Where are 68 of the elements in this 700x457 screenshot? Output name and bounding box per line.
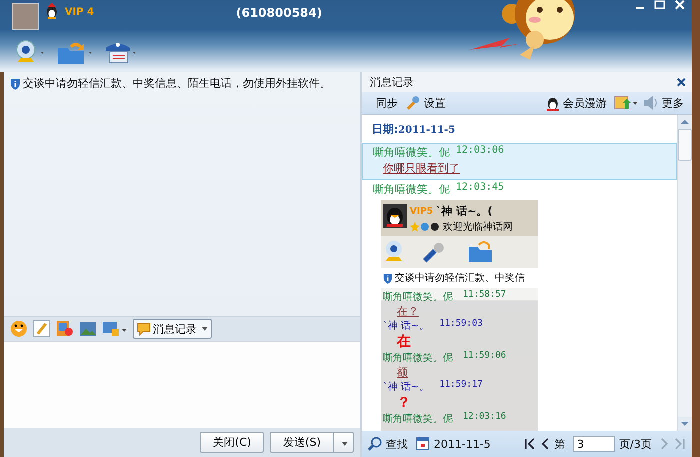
- sender-name: 嘶角嘻微笑。伲: [373, 145, 450, 160]
- selected-message[interactable]: 嘶角嘻微笑。伲 12:03:06 你哪只眼看到了: [362, 143, 677, 180]
- message-time: 11:59:03: [440, 319, 483, 331]
- message-time: 12:03:16: [463, 412, 506, 424]
- microphone-icon: [423, 241, 445, 263]
- speaker-icon: [643, 95, 659, 111]
- date-value: 2011-11-5: [398, 125, 456, 136]
- message-text: ？: [396, 394, 412, 412]
- message-text: 在: [396, 333, 412, 351]
- status-icons-icon: [410, 222, 440, 232]
- close-icon[interactable]: [677, 78, 686, 86]
- window-title: (610800584): [236, 6, 322, 20]
- more-button[interactable]: 更多: [662, 96, 684, 110]
- contact-name: `神 话~。(: [436, 204, 493, 219]
- penguin-icon: [45, 3, 59, 19]
- sender-name: 嘶角嘻微笑。伲: [383, 352, 453, 365]
- send-options-button[interactable]: [334, 432, 354, 453]
- message-text: 在？: [396, 304, 420, 319]
- sender-name: 嘶角嘻微笑。伲: [373, 182, 450, 197]
- search-icon: [368, 437, 382, 451]
- message-history-button[interactable]: 消息记录: [133, 319, 212, 339]
- sender-name: `神 话~。: [383, 320, 430, 333]
- screen-capture-icon[interactable]: [56, 320, 74, 338]
- panel-title: 消息记录: [370, 74, 414, 90]
- wrench-icon: [405, 95, 421, 111]
- first-page-icon[interactable]: [524, 438, 536, 450]
- close-button[interactable]: 关闭(C): [200, 432, 264, 453]
- avatar-placeholder: [12, 3, 39, 30]
- contact-status: 欢迎光临神话网: [443, 220, 513, 234]
- info-shield-icon: [10, 78, 21, 90]
- sender-name: 嘶角嘻微笑。伲: [383, 290, 453, 304]
- vip-roaming-button[interactable]: 会员漫游: [563, 96, 607, 110]
- page-label: 第: [554, 436, 566, 452]
- message-row[interactable]: 嘶角嘻微笑。伲 12:03:45 VIP5 `神 话~。( 欢迎光临神话网 交谈中请勿轻信汇款、中奖信 嘶角嘻微笑。伲 11:58:57 在？ `神 话~。 11:59:03 在 嘶角嘻微笑。伲 11:59:06 额 `神 话~。 11:59:17 ？ 嘶角嘻微笑。伲 12:03:16: [362, 180, 677, 431]
- message-time: 11:59:17: [440, 380, 483, 392]
- previous-page-icon[interactable]: [540, 438, 550, 450]
- find-button[interactable]: 查找: [386, 436, 408, 452]
- page-count: 页/3页: [619, 436, 652, 452]
- vip-label: VIP 4: [65, 7, 94, 18]
- sender-name: 嘶角嘻微笑。伲: [383, 412, 453, 426]
- scrollbar[interactable]: [677, 115, 692, 431]
- vip-label: VIP5: [410, 206, 434, 216]
- security-notice: 交谈中请勿轻信汇款、中奖信: [381, 268, 538, 288]
- picture-icon[interactable]: [79, 320, 97, 338]
- penguin-icon: [546, 95, 560, 111]
- message-time: 12:03:45: [456, 182, 504, 195]
- message-text: 额: [396, 365, 409, 380]
- chat-bubble-icon: [137, 322, 151, 336]
- calendar-icon[interactable]: [416, 437, 430, 451]
- message-time: 11:58:57: [463, 290, 506, 302]
- info-shield-icon: [383, 272, 393, 284]
- send-button[interactable]: 发送(S): [270, 432, 334, 453]
- message-input[interactable]: [4, 341, 360, 428]
- maximize-icon[interactable]: [654, 0, 666, 10]
- message-time: 11:59:06: [463, 351, 506, 363]
- sender-name: `神 话~。: [383, 380, 430, 394]
- page-input[interactable]: 3: [573, 436, 616, 452]
- penguin-avatar-icon: [383, 204, 407, 228]
- smiley-icon[interactable]: [10, 320, 28, 338]
- message-text: 你哪只眼看到了: [382, 161, 461, 177]
- caret-icon: [202, 327, 208, 331]
- message-time: 12:03:06: [456, 145, 504, 158]
- settings-button[interactable]: 设置: [424, 96, 446, 110]
- date-label: 日期:: [372, 123, 398, 136]
- security-notice: 交谈中请勿轻信汇款、中奖信息、陌生电话，勿使用外挂软件。: [10, 76, 354, 91]
- sync-button[interactable]: 同步: [376, 96, 398, 110]
- export-icon[interactable]: [614, 95, 640, 111]
- date-value: 2011-11-5: [434, 438, 491, 450]
